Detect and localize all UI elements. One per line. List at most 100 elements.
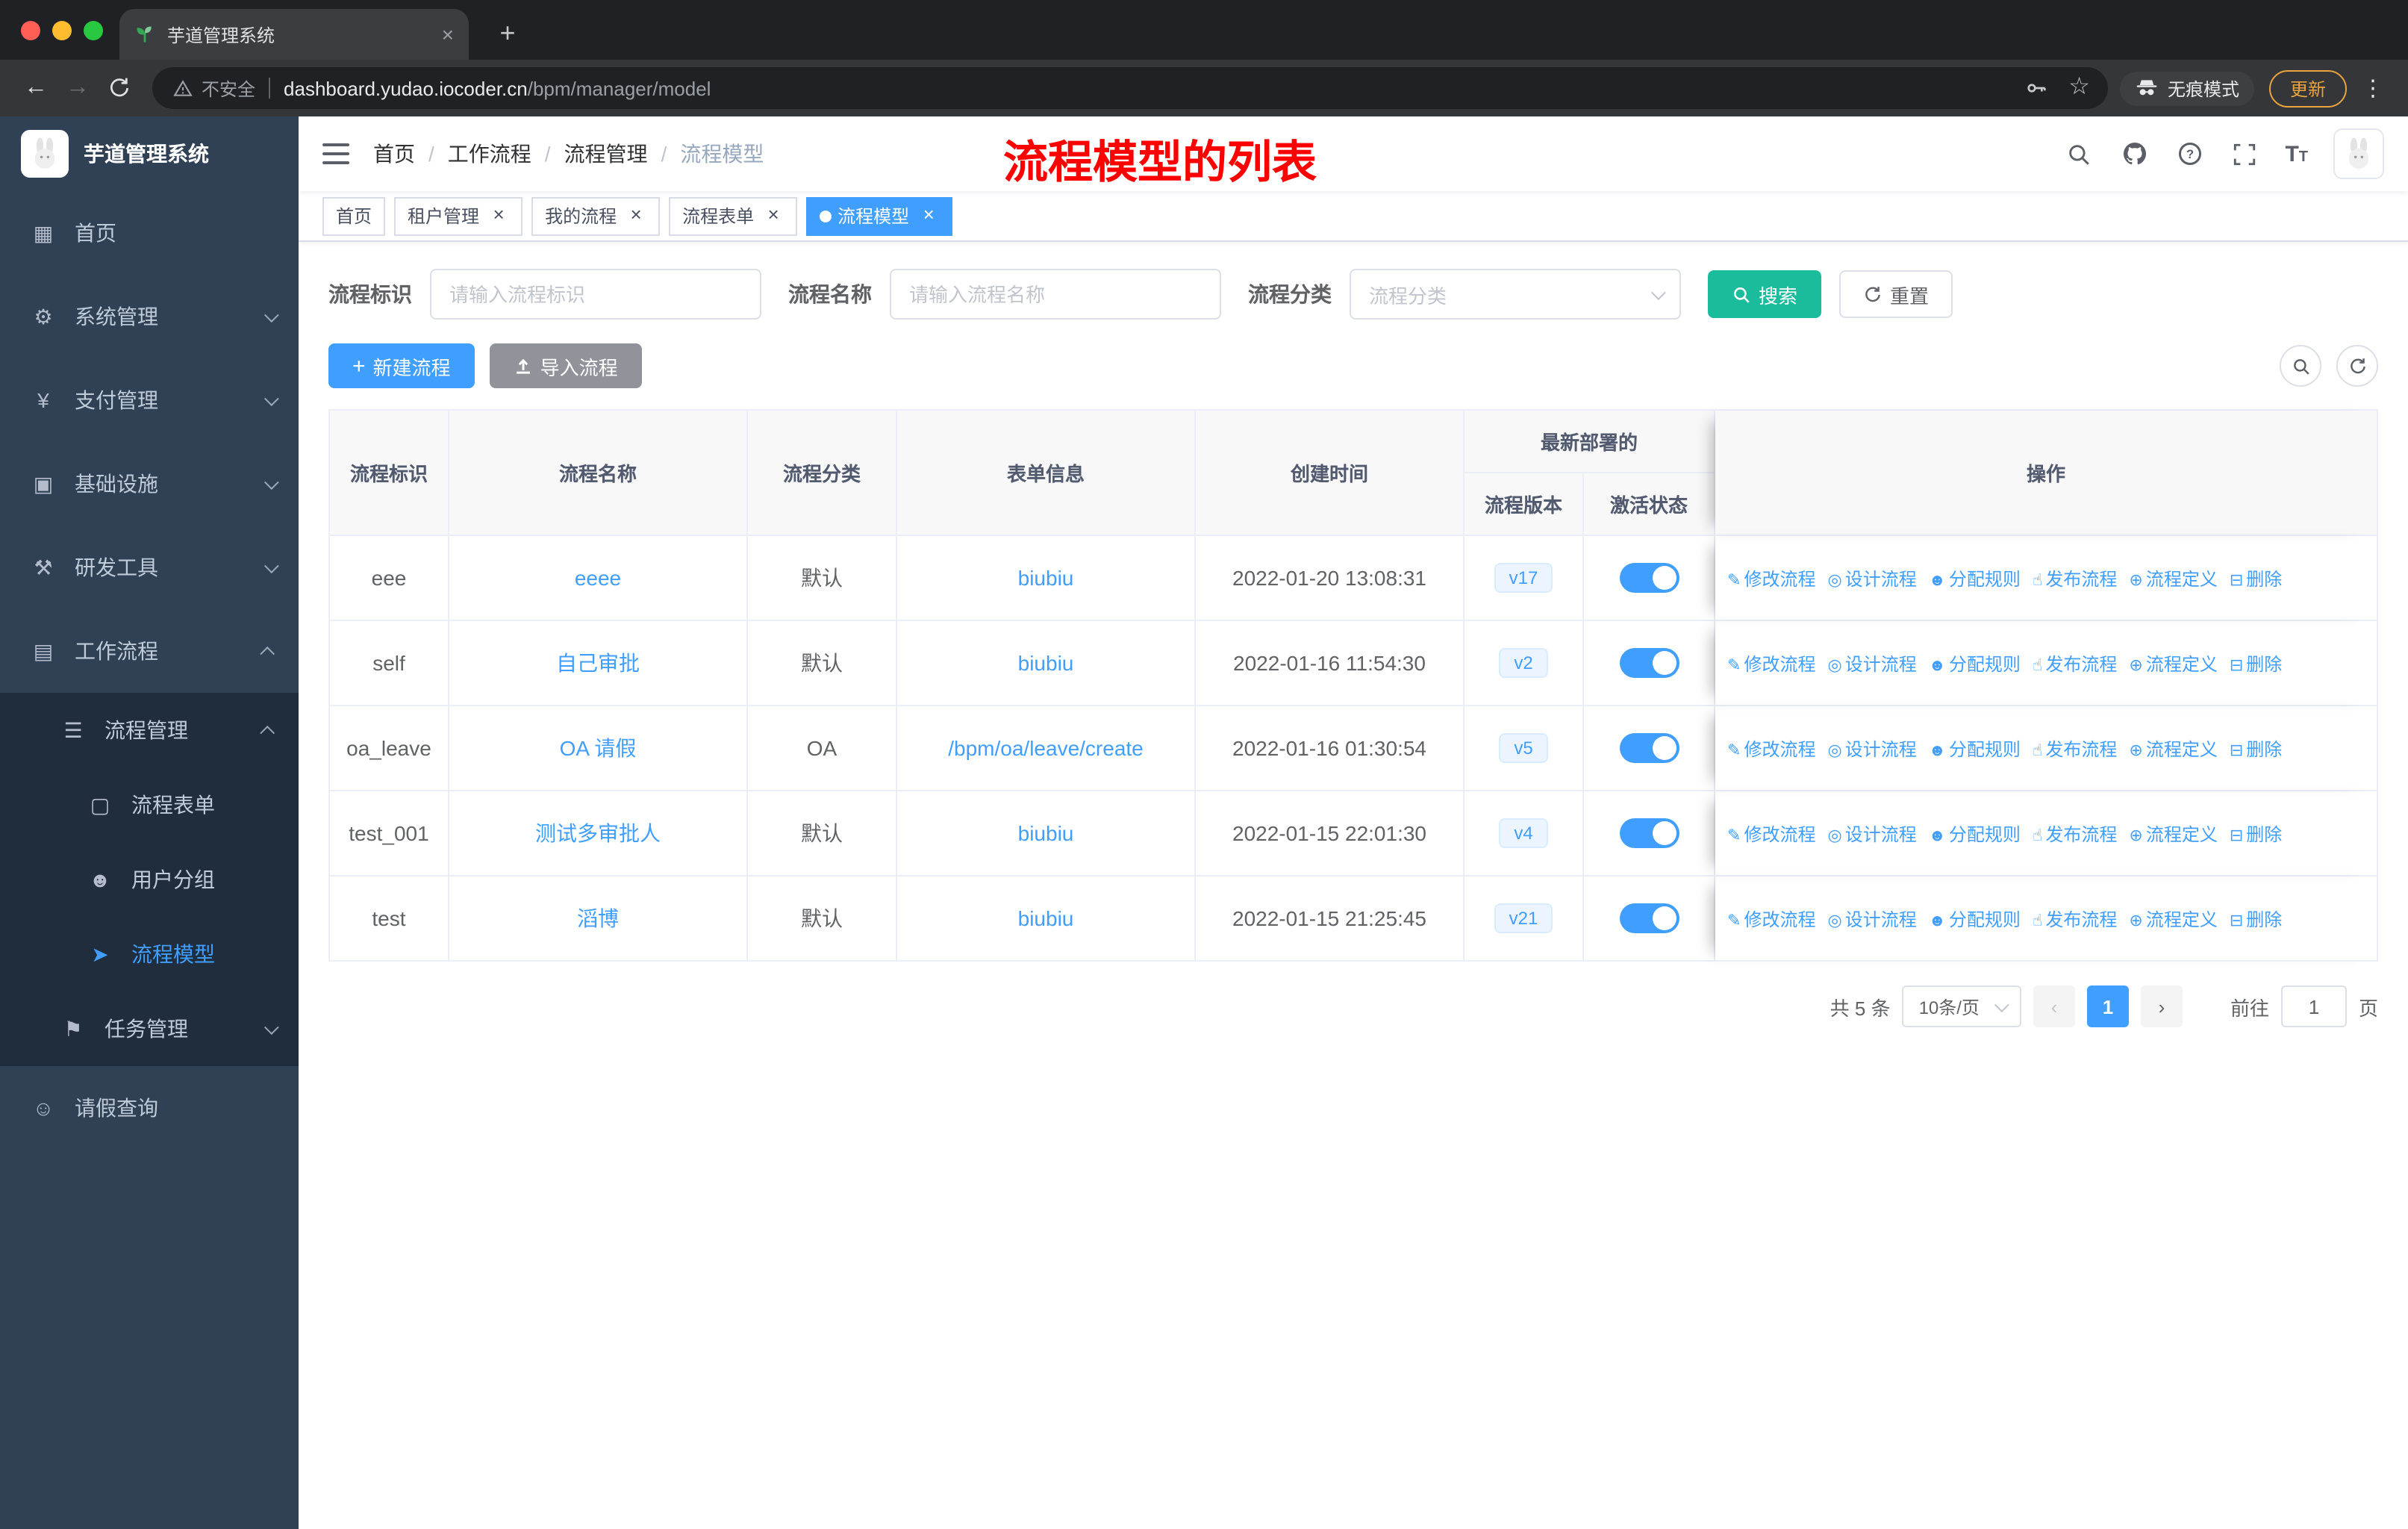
toggle-search-button[interactable] [2280,345,2321,387]
tags-view-item[interactable]: 流程表单 × [669,196,798,235]
sidebar-item-dashboard[interactable]: ▦ 首页 [0,191,299,275]
action-delete[interactable]: ⊟ 删除 [2230,653,2282,674]
back-icon[interactable]: ← [15,60,57,116]
import-process-button[interactable]: 导入流程 [489,343,642,388]
create-process-button[interactable]: + 新建流程 [328,343,475,388]
sidebar-item-task[interactable]: ⚑ 任务管理 [0,991,299,1066]
browser-update-button[interactable]: 更新 [2268,69,2347,107]
action-design-process[interactable]: ◎ 设计流程 [1828,653,1917,674]
active-status-toggle[interactable] [1619,903,1679,933]
action-assign-rule[interactable]: ☻ 分配规则 [1929,909,2021,929]
action-process-definition[interactable]: ⊕ 流程定义 [2129,823,2217,844]
tab-close-icon[interactable]: × [442,24,454,45]
form-info-link[interactable]: biubiu [1018,821,1074,845]
action-delete[interactable]: ⊟ 删除 [2230,568,2282,589]
github-icon[interactable] [2119,139,2149,169]
page-1-button[interactable]: 1 [2086,985,2129,1027]
search-button[interactable]: 搜索 [1708,270,1822,318]
tag-close-icon[interactable]: × [763,204,784,226]
action-delete[interactable]: ⊟ 删除 [2230,738,2282,759]
goto-page-input[interactable] [2280,985,2347,1027]
action-publish-process[interactable]: ☝ 发布流程 [2033,568,2117,589]
tags-view-item[interactable]: 首页 [322,196,386,235]
action-delete[interactable]: ⊟ 删除 [2230,909,2282,929]
action-edit-process[interactable]: ✎ 修改流程 [1727,653,1815,674]
action-edit-process[interactable]: ✎ 修改流程 [1727,909,1815,929]
process-name-link[interactable]: eeee [575,566,621,590]
action-assign-rule[interactable]: ☻ 分配规则 [1929,738,2021,759]
action-edit-process[interactable]: ✎ 修改流程 [1727,823,1815,844]
process-name-link[interactable]: 自己审批 [556,651,640,675]
bookmark-star-icon[interactable]: ☆ [2068,75,2090,100]
sidebar-item-gear[interactable]: ⚙ 系统管理 [0,275,299,358]
tag-close-icon[interactable]: × [918,204,939,226]
close-window-button[interactable] [21,21,40,40]
sidebar-item-workflow[interactable]: ▤ 工作流程 [0,609,299,693]
process-name-input[interactable] [890,269,1221,320]
action-process-definition[interactable]: ⊕ 流程定义 [2129,909,2217,929]
sidebar-item-user[interactable]: ☺ 请假查询 [0,1066,299,1150]
help-icon[interactable]: ? [2174,139,2204,169]
action-design-process[interactable]: ◎ 设计流程 [1828,738,1917,759]
breadcrumb-item[interactable]: 工作流程 [448,139,531,169]
active-status-toggle[interactable] [1619,733,1679,763]
process-name-link[interactable]: 测试多审批人 [535,821,661,845]
sidebar-item-process-management[interactable]: ☰ 流程管理 [0,693,299,767]
sidebar-item-payment[interactable]: ¥ 支付管理 [0,358,299,442]
next-page-button[interactable]: › [2140,985,2183,1027]
avatar[interactable] [2333,128,2384,179]
form-info-link[interactable]: biubiu [1018,906,1074,930]
forward-icon[interactable]: → [57,60,99,116]
minimize-window-button[interactable] [52,21,72,40]
process-name-link[interactable]: OA 请假 [560,736,637,760]
breadcrumb-item[interactable]: 首页 [373,139,415,169]
form-info-link[interactable]: /bpm/oa/leave/create [948,736,1144,760]
sidebar-item-infrastructure[interactable]: ▣ 基础设施 [0,442,299,526]
sidebar-item-form[interactable]: ▢ 流程表单 [0,767,299,842]
action-assign-rule[interactable]: ☻ 分配规则 [1929,653,2021,674]
action-assign-rule[interactable]: ☻ 分配规则 [1929,823,2021,844]
security-label[interactable]: 不安全 [202,75,255,101]
app-logo-row[interactable]: 芋道管理系统 [0,116,299,191]
browser-menu-icon[interactable]: ⋮ [2362,75,2384,102]
active-status-toggle[interactable] [1619,818,1679,848]
action-design-process[interactable]: ◎ 设计流程 [1828,823,1917,844]
form-info-link[interactable]: biubiu [1018,651,1074,675]
process-name-link[interactable]: 滔博 [577,906,619,930]
action-edit-process[interactable]: ✎ 修改流程 [1727,738,1815,759]
browser-tab[interactable]: 芋道管理系统 × [119,9,469,60]
prev-page-button[interactable]: ‹ [2033,985,2075,1027]
action-publish-process[interactable]: ☝ 发布流程 [2033,909,2117,929]
breadcrumb-item[interactable]: 流程管理 [564,139,648,169]
sidebar-item-model[interactable]: ➤ 流程模型 [0,917,299,991]
tags-view-item[interactable]: 租户管理 × [394,196,523,235]
action-publish-process[interactable]: ☝ 发布流程 [2033,653,2117,674]
refresh-table-button[interactable] [2336,345,2378,387]
category-select[interactable]: 流程分类 [1350,269,1681,320]
search-icon[interactable] [2064,139,2094,169]
action-publish-process[interactable]: ☝ 发布流程 [2033,823,2117,844]
active-status-toggle[interactable] [1619,648,1679,678]
new-tab-button[interactable]: + [490,15,525,51]
tag-close-icon[interactable]: × [488,204,509,226]
page-size-select[interactable]: 10条/页 [1902,985,2021,1027]
action-process-definition[interactable]: ⊕ 流程定义 [2129,568,2217,589]
action-process-definition[interactable]: ⊕ 流程定义 [2129,738,2217,759]
sidebar-item-user-group[interactable]: ☻ 用户分组 [0,842,299,917]
process-key-input[interactable] [430,269,761,320]
sidebar-item-tools[interactable]: ⚒ 研发工具 [0,526,299,609]
action-delete[interactable]: ⊟ 删除 [2230,823,2282,844]
hamburger-icon[interactable] [322,142,349,166]
action-assign-rule[interactable]: ☻ 分配规则 [1929,568,2021,589]
action-edit-process[interactable]: ✎ 修改流程 [1727,568,1815,589]
active-status-toggle[interactable] [1619,563,1679,593]
font-size-icon[interactable]: TT [2285,141,2308,166]
action-design-process[interactable]: ◎ 设计流程 [1828,909,1917,929]
maximize-window-button[interactable] [84,21,103,40]
tag-close-icon[interactable]: × [626,204,646,226]
password-key-icon[interactable] [2024,76,2047,100]
tags-view-item[interactable]: 流程模型 × [806,196,953,235]
action-design-process[interactable]: ◎ 设计流程 [1828,568,1917,589]
tags-view-item[interactable]: 我的流程 × [531,196,661,235]
action-process-definition[interactable]: ⊕ 流程定义 [2129,653,2217,674]
